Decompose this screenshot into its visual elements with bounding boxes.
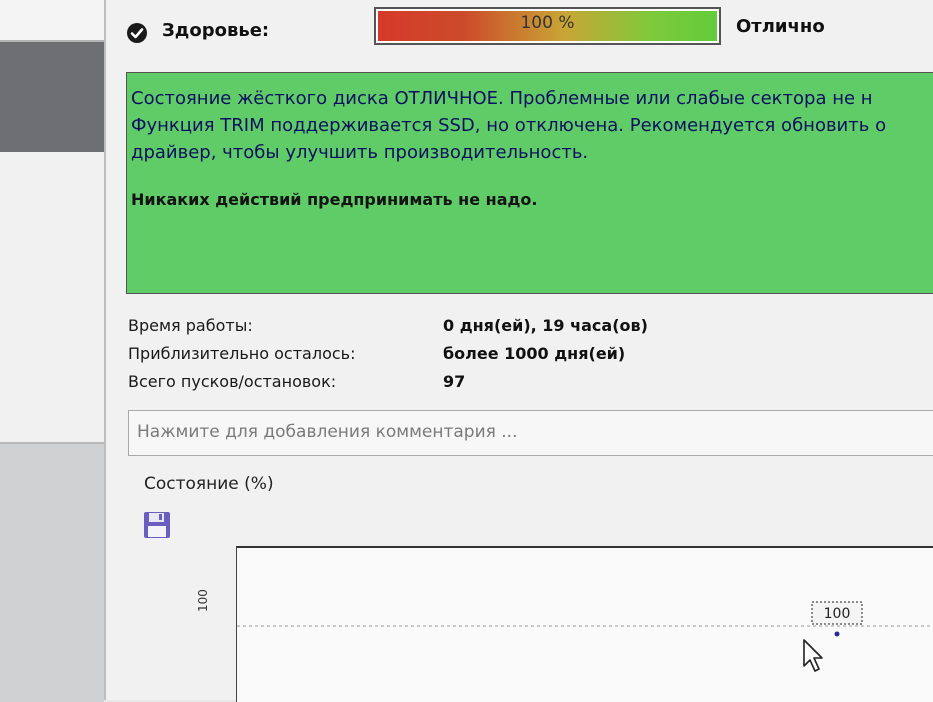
left-panel-top[interactable]	[0, 0, 104, 42]
starts-value: 97	[443, 372, 466, 391]
save-icon[interactable]	[142, 510, 172, 540]
left-panel-lower	[0, 442, 104, 702]
health-progress-bar: 100 %	[374, 7, 721, 45]
chart-data-label: 100	[824, 606, 851, 622]
remaining-value: более 1000 дня(ей)	[443, 344, 626, 363]
mouse-cursor-icon	[803, 639, 823, 672]
main-panel: Здоровье: 100 % Отлично Состояние жёстко…	[106, 0, 933, 702]
info-row-starts: Всего пусков/остановок: 97	[128, 372, 928, 400]
health-label: Здоровье:	[162, 20, 270, 41]
info-row-remaining: Приблизительно осталось: более 1000 дня(…	[128, 344, 928, 372]
check-circle-icon	[127, 23, 147, 43]
left-panel	[0, 0, 106, 702]
chart-area: 100	[236, 546, 933, 702]
uptime-value: 0 дня(ей), 19 часа(ов)	[443, 316, 648, 335]
left-panel-selected-drive[interactable]	[0, 42, 104, 152]
comment-field[interactable]	[128, 410, 933, 456]
y-tick-label: 100	[196, 589, 210, 612]
health-status: Отлично	[736, 16, 825, 37]
drive-info: Время работы: 0 дня(ей), 19 часа(ов) При…	[128, 316, 928, 400]
status-message-box: Состояние жёсткого диска ОТЛИЧНОЕ. Пробл…	[126, 72, 933, 294]
uptime-label: Время работы:	[128, 316, 253, 335]
health-row: Здоровье: 100 % Отлично	[106, 0, 933, 62]
chart-point	[834, 631, 840, 637]
health-percent-text: 100 %	[520, 13, 575, 33]
comment-input[interactable]	[129, 411, 932, 453]
status-message-text: Состояние жёсткого диска ОТЛИЧНОЕ. Пробл…	[131, 88, 887, 163]
chart-title: Состояние (%)	[144, 474, 274, 494]
status-message-action: Никаких действий предпринимать не надо.	[131, 190, 538, 209]
chart-svg: 100	[237, 601, 933, 637]
left-panel-list[interactable]	[0, 152, 104, 442]
remaining-label: Приблизительно осталось:	[128, 344, 356, 363]
info-row-uptime: Время работы: 0 дня(ей), 19 часа(ов)	[128, 316, 928, 344]
starts-label: Всего пусков/остановок:	[128, 372, 337, 391]
